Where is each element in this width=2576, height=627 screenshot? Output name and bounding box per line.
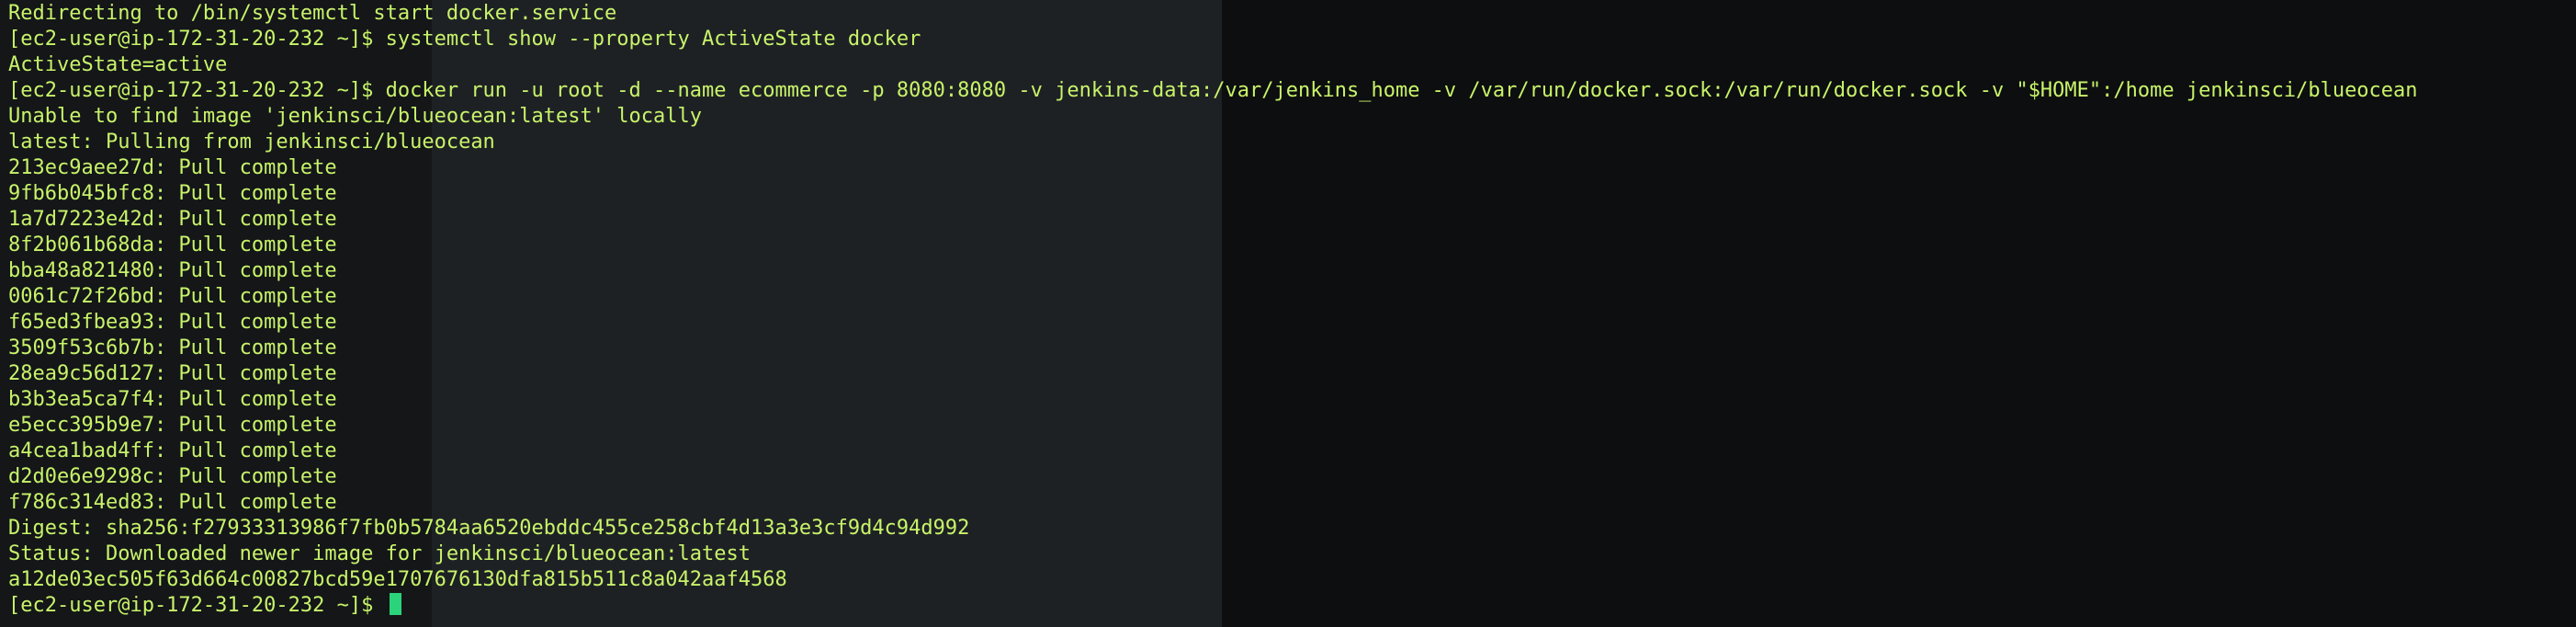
terminal-line: Digest: sha256:f27933313986f7fb0b5784aa6… bbox=[8, 517, 970, 540]
terminal-line: f65ed3fbea93: Pull complete bbox=[8, 311, 337, 334]
terminal-line: e5ecc395b9e7: Pull complete bbox=[8, 414, 337, 437]
terminal-line: a12de03ec505f63d664c00827bcd59e170767613… bbox=[8, 568, 787, 591]
terminal-line: 0061c72f26bd: Pull complete bbox=[8, 285, 337, 308]
terminal-line: latest: Pulling from jenkinsci/blueocean bbox=[8, 131, 495, 154]
terminal-line: d2d0e6e9298c: Pull complete bbox=[8, 465, 337, 488]
terminal-line: 28ea9c56d127: Pull complete bbox=[8, 362, 337, 385]
terminal-line: f786c314ed83: Pull complete bbox=[8, 491, 337, 514]
prompt-line[interactable]: [ec2-user@ip-172-31-20-232 ~]$ bbox=[8, 593, 2576, 619]
terminal-line: ActiveState=active bbox=[8, 53, 228, 76]
terminal-line: Redirecting to /bin/systemctl start dock… bbox=[8, 2, 617, 25]
terminal-line: b3b3ea5ca7f4: Pull complete bbox=[8, 388, 337, 411]
shell-prompt: [ec2-user@ip-172-31-20-232 ~]$ bbox=[8, 594, 386, 617]
terminal-line: 9fb6b045bfc8: Pull complete bbox=[8, 182, 337, 205]
terminal-line: Status: Downloaded newer image for jenki… bbox=[8, 542, 751, 565]
terminal-line: [ec2-user@ip-172-31-20-232 ~]$ docker ru… bbox=[8, 79, 2418, 102]
terminal-line: 8f2b061b68da: Pull complete bbox=[8, 234, 337, 256]
terminal-cursor bbox=[389, 593, 401, 615]
terminal-line: bba48a821480: Pull complete bbox=[8, 259, 337, 282]
terminal-output[interactable]: Redirecting to /bin/systemctl start dock… bbox=[0, 0, 2576, 619]
terminal-line: Unable to find image 'jenkinsci/blueocea… bbox=[8, 105, 702, 128]
terminal-line: 1a7d7223e42d: Pull complete bbox=[8, 208, 337, 231]
terminal-line: 3509f53c6b7b: Pull complete bbox=[8, 336, 337, 359]
terminal-line: a4cea1bad4ff: Pull complete bbox=[8, 439, 337, 462]
terminal-line: 213ec9aee27d: Pull complete bbox=[8, 156, 337, 179]
terminal-line: [ec2-user@ip-172-31-20-232 ~]$ systemctl… bbox=[8, 28, 921, 51]
